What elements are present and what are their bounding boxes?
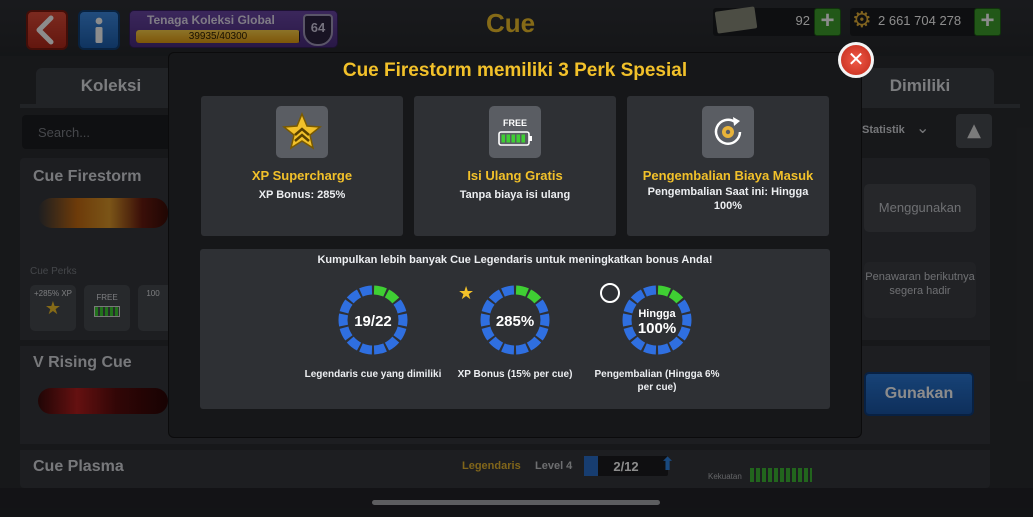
ring-segment (515, 343, 529, 355)
ring-segment (501, 343, 515, 355)
ring-segment (643, 343, 657, 355)
ring-segment (384, 336, 400, 351)
ring-segment (501, 285, 515, 297)
ring-segment (515, 285, 529, 297)
ring-segment (373, 343, 387, 355)
perk-refill-desc: Tanpa biaya isi ulang (459, 189, 571, 201)
star-icon: ★ (458, 283, 475, 304)
perk-refund-name: Pengembalian Biaya Masuk (642, 168, 814, 183)
ring-segment (373, 285, 387, 297)
battery-icon: FREE (489, 106, 541, 158)
ring-segment (359, 285, 373, 297)
ring-segment (668, 289, 684, 304)
ring-segment (535, 299, 549, 314)
ring-segment (643, 285, 657, 297)
free-badge: FREE (502, 118, 527, 128)
ring-segment (630, 289, 646, 304)
ring-segment (630, 336, 646, 351)
ring-xp-label: XP Bonus (15% per cue) (457, 369, 573, 380)
ring-segment (339, 299, 353, 314)
refund-icon (600, 283, 620, 303)
ring-segment (668, 336, 684, 351)
close-button[interactable]: ✕ (838, 42, 874, 78)
ring-segment (488, 289, 504, 304)
ring-segment (481, 299, 495, 314)
ring-refund-prefix: Hingga (638, 308, 676, 320)
ring-segment (384, 289, 400, 304)
ring-segment (359, 343, 373, 355)
perk-xp-name: XP Supercharge (251, 168, 353, 183)
perk-refund-desc: Pengembalian Saat ini: Hingga 100% (647, 186, 809, 212)
ring-segment (526, 289, 542, 304)
ring-segment (526, 336, 542, 351)
ring-refund-value: 100% (637, 320, 677, 337)
ring-owned-label: Legendaris cue yang dimiliki (304, 369, 442, 380)
ring-refund-label: Pengembalian (Hingga 6% per cue) (594, 369, 720, 393)
perk-xp-desc: XP Bonus: 285% (258, 189, 346, 201)
ring-segment (657, 285, 671, 297)
perk-refill-name: Isi Ulang Gratis (467, 168, 563, 183)
modal-title: Cue Firestorm memiliki 3 Perk Spesial (342, 60, 688, 81)
ring-owned-value: 19/22 (354, 313, 392, 330)
ring-segment (488, 336, 504, 351)
ring-segment (346, 289, 362, 304)
ring-segment (657, 343, 671, 355)
ring-xp-value: 285% (495, 313, 535, 330)
star-chevron-icon (276, 106, 328, 158)
ring-segment (346, 336, 362, 351)
ring-segment (393, 299, 407, 314)
refund-gear-icon (702, 106, 754, 158)
